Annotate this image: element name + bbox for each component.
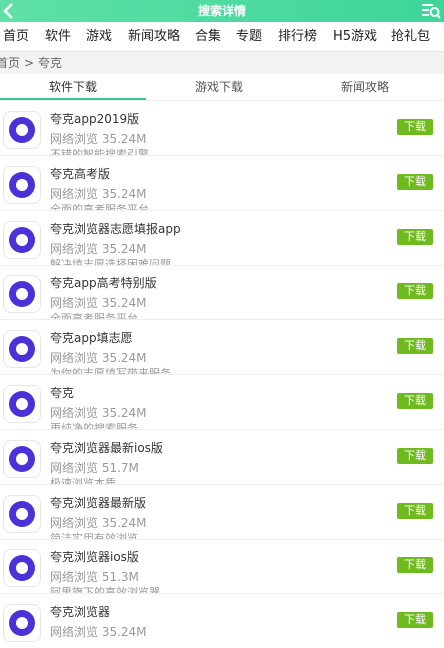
item-desc: 全面的高考服务平台 bbox=[50, 203, 149, 210]
download-button[interactable]: 下载 bbox=[397, 229, 433, 245]
list-item[interactable]: 夸克浏览器最新ios版 网络浏览 51.7M 极速浏览本质 下载 bbox=[0, 430, 444, 485]
item-meta: 网络浏览 51.3M bbox=[50, 570, 139, 584]
download-button[interactable]: 下载 bbox=[397, 612, 433, 628]
breadcrumb-separator: > bbox=[24, 56, 35, 70]
quark-app-icon bbox=[3, 604, 41, 642]
item-meta: 网络浏览 35.24M bbox=[50, 351, 147, 365]
list-item[interactable]: 夸克高考版 网络浏览 35.24M 全面的高考服务平台 下载 bbox=[0, 156, 444, 211]
result-tabs: 软件下载 游戏下载 新闻攻略 bbox=[0, 75, 444, 101]
quark-app-icon bbox=[3, 495, 41, 533]
item-name[interactable]: 夸克浏览器 bbox=[50, 603, 110, 620]
item-name[interactable]: 夸克app2019版 bbox=[50, 110, 139, 127]
item-meta: 网络浏览 51.7M bbox=[50, 461, 139, 475]
item-meta: 网络浏览 35.24M bbox=[50, 132, 147, 146]
item-meta: 网络浏览 35.24M bbox=[50, 516, 147, 530]
item-desc: 不错的智能搜索引擎 bbox=[50, 148, 149, 155]
item-meta: 网络浏览 35.24M bbox=[50, 625, 147, 639]
nav-item-software[interactable]: 软件 bbox=[45, 22, 71, 51]
item-name[interactable]: 夸克浏览器ios版 bbox=[50, 548, 139, 565]
item-desc: 为你的志愿填写带来服务 bbox=[50, 367, 171, 374]
list-item[interactable]: 夸克 网络浏览 35.24M 更纯净的搜索服务 下载 bbox=[0, 375, 444, 430]
list-item[interactable]: 夸克浏览器志愿填报app 网络浏览 35.24M 解决填志愿选择困难问题 下载 bbox=[0, 211, 444, 266]
item-desc: 阿里旗下的高效浏览器 bbox=[50, 586, 160, 593]
download-button[interactable]: 下载 bbox=[397, 448, 433, 464]
item-meta: 网络浏览 35.24M bbox=[50, 406, 147, 420]
breadcrumb-home[interactable]: 首页 bbox=[0, 52, 20, 74]
item-name[interactable]: 夸克浏览器最新版 bbox=[50, 494, 146, 511]
download-button[interactable]: 下载 bbox=[397, 393, 433, 409]
list-item[interactable]: 夸克app2019版 网络浏览 35.24M 不错的智能搜索引擎 下载 bbox=[0, 101, 444, 156]
active-tab-indicator bbox=[0, 98, 146, 100]
quark-app-icon bbox=[3, 549, 41, 587]
quark-app-icon bbox=[3, 330, 41, 368]
search-menu-icon[interactable] bbox=[420, 0, 442, 22]
top-header: 搜索详情 bbox=[0, 0, 444, 22]
list-item[interactable]: 夸克浏览器最新版 网络浏览 35.24M 简洁实用有效浏览 下载 bbox=[0, 485, 444, 540]
nav-item-gifts[interactable]: 抢礼包 bbox=[391, 22, 430, 51]
download-button[interactable]: 下载 bbox=[397, 119, 433, 135]
breadcrumb-current: 夸克 bbox=[38, 56, 63, 70]
quark-app-icon bbox=[3, 166, 41, 204]
page-title: 搜索详情 bbox=[197, 4, 246, 18]
item-name[interactable]: 夸克 bbox=[50, 384, 74, 401]
breadcrumb: 首页 > 夸克 bbox=[0, 52, 444, 74]
nav-item-rankings[interactable]: 排行榜 bbox=[278, 22, 317, 51]
item-desc: 解决填志愿选择困难问题 bbox=[50, 258, 171, 265]
download-button[interactable]: 下载 bbox=[397, 503, 433, 519]
list-item[interactable]: 夸克app高考特别版 网络浏览 35.24M 全面高考服务平台 下载 bbox=[0, 265, 444, 320]
nav-item-collections[interactable]: 合集 bbox=[195, 22, 221, 51]
quark-app-icon bbox=[3, 111, 41, 149]
quark-app-icon bbox=[3, 221, 41, 259]
tab-software[interactable]: 软件下载 bbox=[0, 75, 146, 100]
item-desc: 更纯净的搜索服务 bbox=[50, 422, 138, 429]
item-desc: 极速浏览本质 bbox=[50, 477, 116, 484]
item-name[interactable]: 夸克app填志愿 bbox=[50, 329, 133, 346]
quark-app-icon bbox=[3, 385, 41, 423]
item-name[interactable]: 夸克app高考特别版 bbox=[50, 274, 157, 291]
item-name[interactable]: 夸克浏览器志愿填报app bbox=[50, 220, 181, 237]
download-button[interactable]: 下载 bbox=[397, 283, 433, 299]
item-desc: 全面高考服务平台 bbox=[50, 312, 138, 319]
main-nav: 首页 软件 游戏 新闻攻略 合集 专题 排行榜 H5游戏 抢礼包 bbox=[0, 22, 444, 52]
download-button[interactable]: 下载 bbox=[397, 338, 433, 354]
quark-app-icon bbox=[3, 440, 41, 478]
download-button[interactable]: 下载 bbox=[397, 557, 433, 573]
item-meta: 网络浏览 35.24M bbox=[50, 187, 147, 201]
item-meta: 网络浏览 35.24M bbox=[50, 242, 147, 256]
download-button[interactable]: 下载 bbox=[397, 174, 433, 190]
nav-item-games[interactable]: 游戏 bbox=[86, 22, 112, 51]
list-item[interactable]: 夸克浏览器ios版 网络浏览 51.3M 阿里旗下的高效浏览器 下载 bbox=[0, 539, 444, 594]
item-name[interactable]: 夸克高考版 bbox=[50, 165, 110, 182]
quark-app-icon bbox=[3, 275, 41, 313]
nav-item-topics[interactable]: 专题 bbox=[236, 22, 262, 51]
tab-news[interactable]: 新闻攻略 bbox=[292, 75, 438, 100]
nav-item-h5-games[interactable]: H5游戏 bbox=[333, 22, 377, 51]
item-desc: 简洁实用有效浏览 bbox=[50, 532, 138, 539]
list-item[interactable]: 夸克浏览器 网络浏览 35.24M 下载 bbox=[0, 594, 444, 648]
item-meta: 网络浏览 35.24M bbox=[50, 296, 147, 310]
nav-item-news[interactable]: 新闻攻略 bbox=[128, 22, 180, 51]
list-item[interactable]: 夸克app填志愿 网络浏览 35.24M 为你的志愿填写带来服务 下载 bbox=[0, 320, 444, 375]
item-name[interactable]: 夸克浏览器最新ios版 bbox=[50, 439, 163, 456]
tab-games[interactable]: 游戏下载 bbox=[146, 75, 292, 100]
nav-item-home[interactable]: 首页 bbox=[3, 22, 29, 51]
